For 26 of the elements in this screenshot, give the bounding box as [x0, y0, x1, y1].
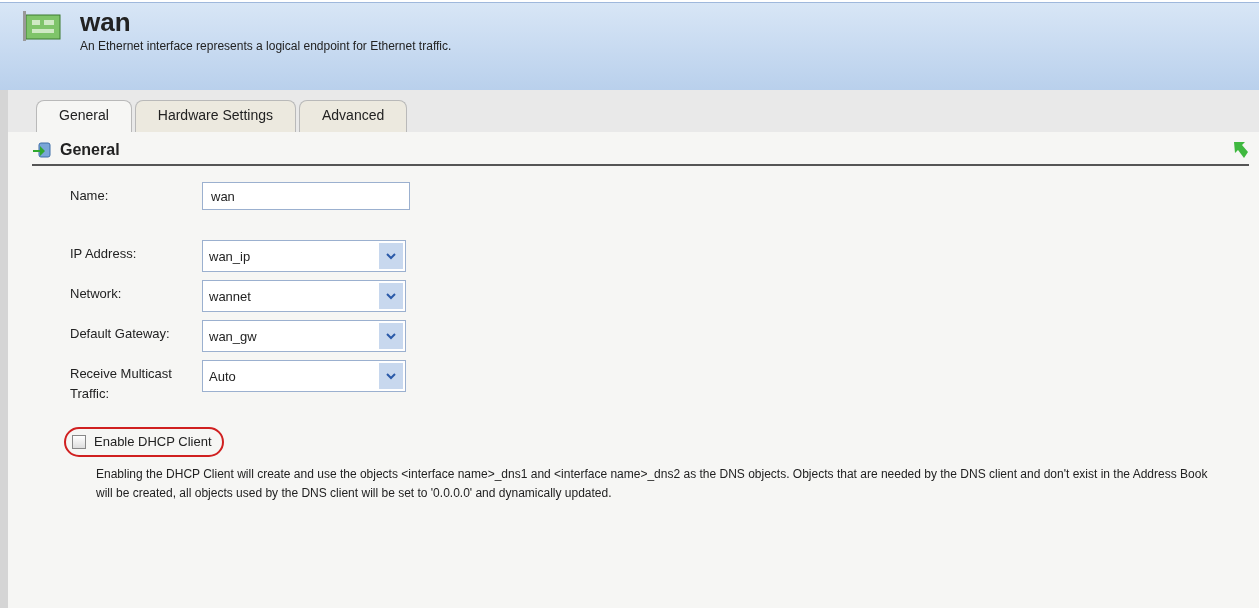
name-field[interactable]: wan: [202, 182, 410, 210]
dropdown[interactable]: wan_ip: [202, 240, 406, 272]
dropdown[interactable]: Auto: [202, 360, 406, 392]
section-title: General: [60, 140, 121, 160]
field-label: Default Gateway:: [69, 325, 171, 343]
field-label: Network:: [69, 285, 123, 303]
arrow-icon: [32, 141, 52, 159]
field-label: Receive Multicast Traffic:: [69, 365, 173, 403]
tab[interactable]: General: [36, 100, 132, 132]
tab[interactable]: Hardware Settings: [134, 100, 296, 132]
tab[interactable]: Advanced: [299, 100, 408, 132]
checkbox[interactable]: [72, 434, 86, 449]
dropdown[interactable]: wan_gw: [202, 320, 406, 352]
chevron-down-icon: [386, 292, 396, 300]
arrow-icon[interactable]: [1233, 141, 1249, 159]
field-label: Name:: [69, 187, 110, 205]
chevron-down-icon: [386, 332, 396, 340]
chevron-down-icon: [386, 252, 396, 260]
chevron-down-icon: [386, 372, 396, 380]
page-title: wan: [80, 9, 132, 35]
field-label: IP Address:: [69, 245, 138, 263]
dropdown[interactable]: wannet: [202, 280, 406, 312]
page-subtitle: An Ethernet interface represents a logical endpoint for Ethernet traffic.: [80, 38, 452, 55]
description-text: Enabling the DHCP Client will create and use the objects <interface name>_dns1 and <interface name>_dns2 as the DNS objects. Objects that are needed by the DNS client and don't exist in the Address Book will be created, all objects used by the DNS client will be set to '0.0.0.0' and dynamically updated.: [95, 465, 1209, 502]
checkbox-label: Enable DHCP Client: [94, 433, 212, 451]
network-card-icon: [22, 9, 64, 43]
